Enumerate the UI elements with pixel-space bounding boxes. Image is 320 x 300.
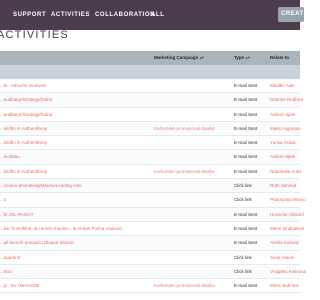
related-contact-link[interactable]: Hosseint Ailmard <box>270 212 304 218</box>
activity-subject-link[interactable]: ...auarbnit <box>0 255 20 261</box>
table-row[interactable]: ...ail-luoodri-posoa/CLNlauuo Slourai E-m… <box>0 236 300 251</box>
activity-subject-link[interactable]: ...lo - Inbox/to received <box>0 83 46 89</box>
table-row[interactable]: ...lo - Inbox/to received E-mail Sent Madd… <box>0 79 300 94</box>
activity-subject-link[interactable]: ...s <box>0 197 6 203</box>
sort-icon[interactable]: ▴▾ <box>245 55 250 60</box>
activity-subject-link[interactable]: ...ki/dhn in Authentfaroy <box>0 169 47 175</box>
column-header-type-label: Type <box>234 55 245 60</box>
table-header: Marketing Campaign ▴▾ Type ▴▾ Relate to <box>0 51 300 65</box>
sort-icon[interactable]: ▴▾ <box>200 55 205 60</box>
activity-type: E-mail Sent <box>234 283 258 289</box>
table-row[interactable]: ...s Click link Pratorjaina Ritrivo <box>0 193 306 208</box>
activity-type: Click link <box>234 254 252 260</box>
activity-subject-link[interactable]: ...voutou-phonelesg/Mauhe/Leading Aids <box>0 183 82 189</box>
activity-type: E-mail Sent <box>234 125 258 131</box>
marketing-campaign-link[interactable]: Kerhonder-promotional-daalbs <box>154 283 215 289</box>
related-contact-link[interactable]: Arishe Kanurd <box>270 240 299 246</box>
activity-type: E-mail Sent <box>234 211 258 217</box>
table-row[interactable]: ...ki/dhn in Authentfaroy E-mail Sent Yuns… <box>0 136 300 151</box>
table-row[interactable]: ...fe JSL RAISAT E-mail Sent Hosseint Ailm… <box>0 207 304 222</box>
related-contact-link[interactable]: Yunsa Asisia <box>270 140 296 146</box>
related-contact-link[interactable]: Pratorjaina Ritrivo <box>270 197 306 203</box>
column-header-related[interactable]: Relate to <box>270 55 289 61</box>
related-contact-link[interactable]: Mirmi Sindhalsim <box>270 226 304 232</box>
activity-type: Click link <box>234 183 252 189</box>
related-contact-link[interactable]: Ruth Sahmid <box>270 183 296 189</box>
related-contact-link[interactable]: Mirmi Bahrime <box>270 283 299 289</box>
activity-type: E-mail Sent <box>234 168 258 174</box>
activity-type: E-mail Sent <box>234 154 258 160</box>
nav-all[interactable]: ALL <box>151 12 164 19</box>
table-row[interactable]: ...yi - Ihc /MHAGOE Kerhonder-promotional… <box>0 279 300 294</box>
marketing-campaign-link[interactable]: Kerhonder-promotional-daalbs <box>154 126 215 132</box>
table-row[interactable]: ...eudlaegr/Strategy/Dokut E-mail Sent Dah… <box>0 93 303 108</box>
related-contact-link[interactable]: Maksi Aigaman <box>270 126 301 132</box>
column-header-campaign[interactable]: Marketing Campaign ▴▾ <box>154 55 204 61</box>
activity-type: Click link <box>234 197 252 203</box>
table-row[interactable]: ...kai Tinnetlima: la contoti chontim - … <box>0 221 304 237</box>
table-row[interactable]: ...ki/dhn in Authentfaroy Kerhonder-promo… <box>0 164 302 180</box>
activity-type: E-mail Sent <box>234 140 258 146</box>
activity-subject-link[interactable]: ...kai Tinnetlima: la contoti chontim - … <box>0 226 122 232</box>
column-header-type[interactable]: Type ▴▾ <box>234 55 250 61</box>
related-contact-link[interactable]: Nahahalia Aribs <box>270 169 302 175</box>
table-row[interactable]: ...voutou-phonelesg/Mauhe/Leading Aids Cl… <box>0 179 300 194</box>
table-row[interactable]: ...ki/dhn in Authentfaroy Kerhonder-promo… <box>0 121 301 137</box>
table-row[interactable]: ...eudlaegr/Strategy/Dokut E-mail Sent Aub… <box>0 107 300 122</box>
activity-subject-link[interactable]: ...fe JSL RAISAT <box>0 212 34 218</box>
related-contact-link[interactable]: Sindr Afaum <box>270 255 295 261</box>
activity-type: E-mail Sent <box>234 111 258 117</box>
table-filter-bar <box>0 65 300 79</box>
create-button[interactable]: CREATE <box>278 7 304 22</box>
activity-type: E-mail Sent <box>234 240 258 246</box>
activity-type: E-mail Sent <box>234 97 258 103</box>
nav-collaboration[interactable]: COLLABORATION <box>95 12 155 19</box>
activity-subject-link[interactable]: ...ki/dhn in Authentfaroy <box>0 126 47 132</box>
related-contact-link[interactable]: Aubrel Aljeet <box>270 154 295 160</box>
activity-subject-link[interactable]: ...ail-luoodri-posoa/CLNlauuo Slourai <box>0 240 74 246</box>
column-header-campaign-label: Marketing Campaign <box>154 55 199 60</box>
nav-activities[interactable]: ACTIVITIES <box>51 12 90 19</box>
related-contact-link[interactable]: Dahrine Redford <box>270 97 303 103</box>
activity-subject-link[interactable]: ...leo/Mau <box>0 154 20 160</box>
related-contact-link[interactable]: Aubrel Aljeet <box>270 112 295 118</box>
page-title: ACTIVITIES <box>0 29 69 41</box>
table-row[interactable]: ...auarbnit Click link Sindr Afaum <box>0 250 300 265</box>
related-contact-link[interactable]: Vnagtleu Kwinosa <box>270 269 306 275</box>
activity-subject-link[interactable]: ...yi - Ihc /MHAGOE <box>0 283 40 289</box>
related-contact-link[interactable]: Maddie Aide <box>270 83 295 89</box>
activity-subject-link[interactable]: ...eudlaegr/Strategy/Dokut <box>0 112 52 118</box>
top-navigation-bar: SUPPORT ACTIVITIES COLLABORATION ALL CRE… <box>0 0 304 30</box>
activity-type: E-mail Sent <box>234 83 258 88</box>
table-row[interactable]: ...leo/Mau E-mail Sent Aubrel Aljeet <box>0 150 300 165</box>
activity-subject-link[interactable]: ...eudlaegr/Strategy/Dokut <box>0 97 52 103</box>
activity-type: Click link <box>234 268 252 274</box>
activity-subject-link[interactable]: ...tnzc <box>0 269 12 275</box>
activities-table-body: ...lo - Inbox/to received E-mail Sent Madd… <box>0 79 306 294</box>
activity-subject-link[interactable]: ...ki/dhn in Authentfaroy <box>0 140 47 146</box>
marketing-campaign-link[interactable]: Kerhonder-promotional-daalbs <box>154 169 215 175</box>
table-row[interactable]: ...tnzc Click link Vnagtleu Kwinosa <box>0 264 306 280</box>
activity-type: E-mail Sent <box>234 225 258 231</box>
nav-support[interactable]: SUPPORT <box>13 12 46 19</box>
